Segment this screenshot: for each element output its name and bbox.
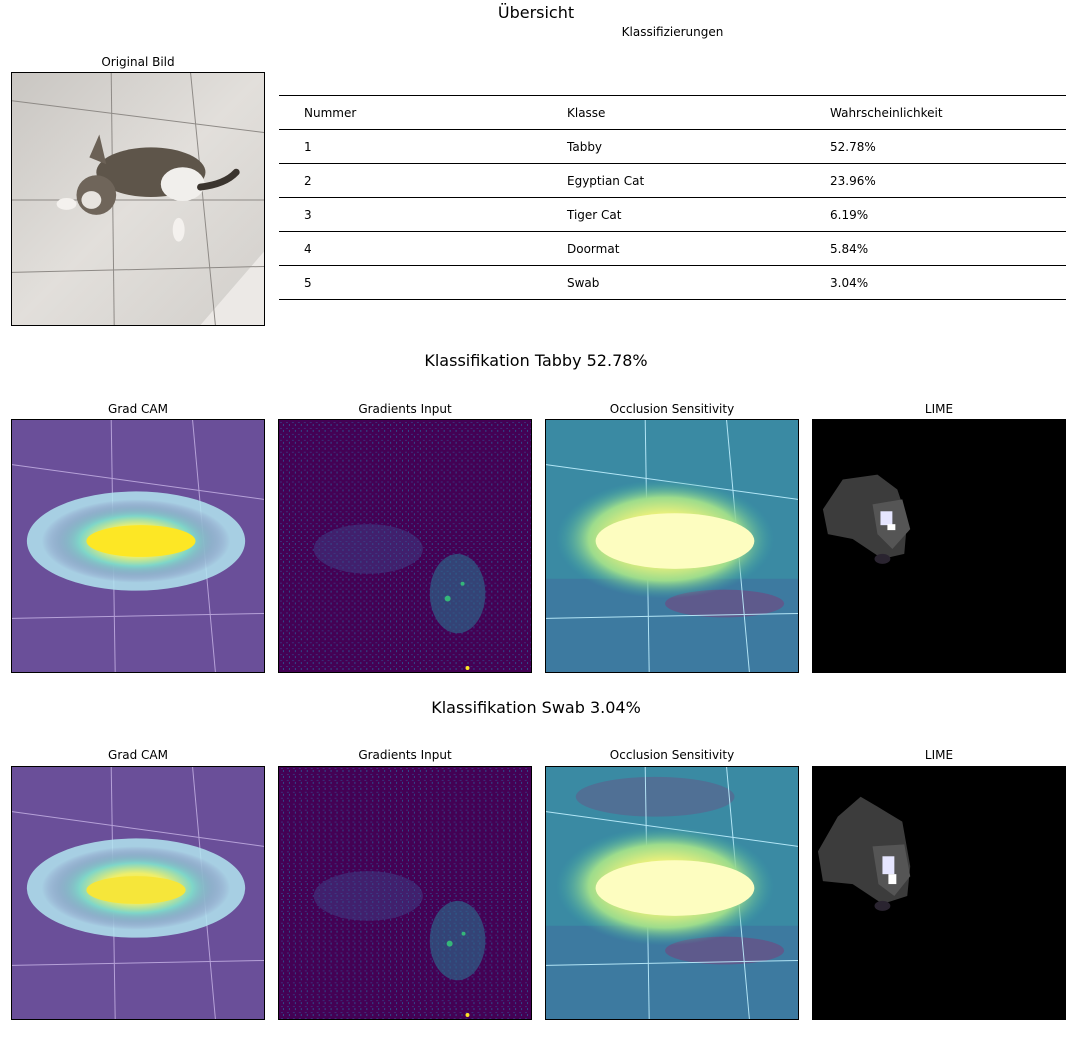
table-cell: Egyptian Cat (542, 163, 805, 198)
table-row: 3 Tiger Cat 6.19% (279, 197, 1066, 232)
gradients-input-map (278, 419, 532, 673)
table-row: 5 Swab 3.04% (279, 265, 1066, 300)
original-image (11, 72, 265, 326)
panel-title: Occlusion Sensitivity (609, 748, 735, 762)
table-cell: 3 (279, 197, 542, 232)
section-title-tabby: Klassifikation Tabby 52.78% (424, 351, 648, 370)
table-cell: Tabby (542, 129, 805, 164)
original-image-title: Original Bild (101, 55, 175, 69)
panel-title: LIME (924, 748, 954, 762)
table-row: 2 Egyptian Cat 23.96% (279, 163, 1066, 198)
gradients-input-map (278, 766, 532, 1020)
grad-cam-heatmap (11, 766, 265, 1020)
table-cell: 6.19% (805, 197, 1066, 232)
table-row: 4 Doormat 5.84% (279, 231, 1066, 266)
table-header-row: Nummer Klasse Wahrscheinlichkeit (279, 95, 1066, 130)
panel-title: Grad CAM (108, 748, 168, 762)
header-cell: Nummer (279, 95, 542, 130)
occlusion-sensitivity-map (545, 419, 799, 673)
table-cell: 52.78% (805, 129, 1066, 164)
table-row: 1 Tabby 52.78% (279, 129, 1066, 164)
table-cell: 23.96% (805, 163, 1066, 198)
table-cell: 4 (279, 231, 542, 266)
table-cell: 5.84% (805, 231, 1066, 266)
table-cell: Swab (542, 265, 805, 300)
table-cell: 3.04% (805, 265, 1066, 300)
panel-title: Occlusion Sensitivity (609, 402, 735, 416)
table-cell: Doormat (542, 231, 805, 266)
table-cell: Tiger Cat (542, 197, 805, 232)
section-title-swab: Klassifikation Swab 3.04% (431, 698, 641, 717)
occlusion-sensitivity-map (545, 766, 799, 1020)
grad-cam-heatmap (11, 419, 265, 673)
table-title: Klassifizierungen (621, 25, 724, 39)
lime-mask (812, 419, 1066, 673)
header-cell: Wahrscheinlichkeit (805, 95, 1066, 130)
panel-title: Gradients Input (358, 402, 452, 416)
panel-title: Grad CAM (108, 402, 168, 416)
table-cell: 5 (279, 265, 542, 300)
header-cell: Klasse (542, 95, 805, 130)
table-cell: 2 (279, 163, 542, 198)
classification-table: Nummer Klasse Wahrscheinlichkeit 1 Tabby… (279, 95, 1066, 300)
figure-title: Übersicht (497, 3, 575, 22)
panel-title: Gradients Input (358, 748, 452, 762)
lime-mask (812, 766, 1066, 1020)
panel-title: LIME (924, 402, 954, 416)
table-cell: 1 (279, 129, 542, 164)
